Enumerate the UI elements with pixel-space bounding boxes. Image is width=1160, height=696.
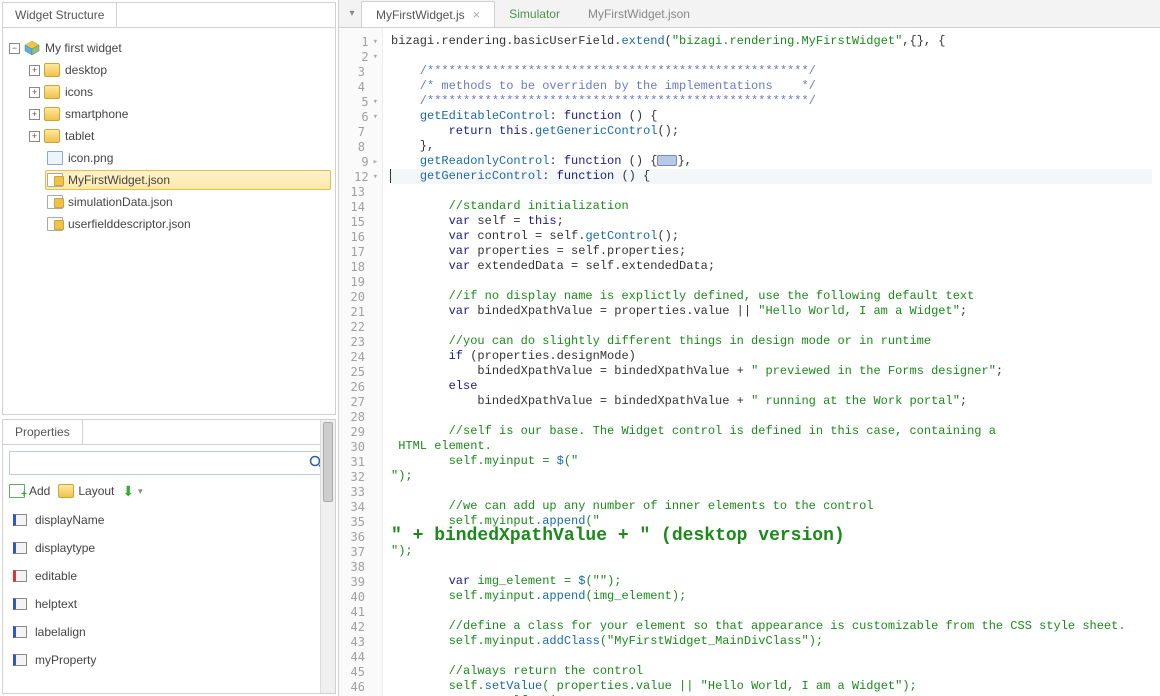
tree-label: userfielddescriptor.json <box>68 217 191 231</box>
tree-item-icons[interactable]: + icons <box>7 82 331 102</box>
json-file-icon <box>47 195 63 209</box>
property-icon <box>11 541 29 555</box>
tree-root-label: My first widget <box>45 41 122 55</box>
tree-item-desktop[interactable]: + desktop <box>7 60 331 80</box>
property-label: displaytype <box>35 541 95 555</box>
property-displaytype[interactable]: displaytype <box>9 534 329 562</box>
properties-search-input[interactable] <box>9 451 329 475</box>
tree-label: simulationData.json <box>68 195 173 209</box>
editor-tab-bar: ▾ MyFirstWidget.js × Simulator MyFirstWi… <box>339 0 1160 28</box>
json-file-icon <box>47 217 63 231</box>
property-label: labelalign <box>35 625 86 639</box>
sort-icon: ⬇ <box>122 483 134 500</box>
properties-body: Add Layout ⬇▾ displayName dis <box>3 445 335 693</box>
json-file-icon <box>47 173 63 187</box>
property-helptext[interactable]: helptext <box>9 590 329 618</box>
widget-tree: − My first widget + desktop + icons <box>3 28 335 414</box>
tree-label: smartphone <box>65 107 128 121</box>
sort-button[interactable]: ⬇▾ <box>122 483 142 500</box>
close-icon[interactable]: × <box>473 7 481 22</box>
add-property-button[interactable]: Add <box>9 484 50 498</box>
property-label: displayName <box>35 513 104 527</box>
tree-item-userfielddescriptor-json[interactable]: userfielddescriptor.json <box>7 214 331 234</box>
expand-icon[interactable]: + <box>29 109 40 120</box>
property-label: helptext <box>35 597 77 611</box>
property-editable[interactable]: editable <box>9 562 329 590</box>
widget-structure-tab[interactable]: Widget Structure <box>3 3 117 27</box>
tree-item-icon-png[interactable]: icon.png <box>7 148 331 168</box>
folder-icon <box>44 85 60 99</box>
property-icon <box>11 513 29 527</box>
property-myproperty[interactable]: myProperty <box>9 646 329 674</box>
add-label: Add <box>29 484 50 498</box>
expand-icon[interactable]: + <box>29 131 40 142</box>
property-labelalign[interactable]: labelalign <box>9 618 329 646</box>
tree-label: desktop <box>65 63 107 77</box>
tree-label: icons <box>65 85 93 99</box>
property-icon <box>11 569 29 583</box>
widget-icon <box>24 41 40 55</box>
property-icon <box>11 653 29 667</box>
add-icon <box>9 484 25 498</box>
properties-scrollbar[interactable] <box>320 420 335 693</box>
property-displayname[interactable]: displayName <box>9 506 329 534</box>
code-editor[interactable]: 1▾2▾345▾6▾789▸12▾13141516171819202122232… <box>339 28 1160 696</box>
tree-item-smartphone[interactable]: + smartphone <box>7 104 331 124</box>
code-content[interactable]: bizagi.rendering.basicUserField.extend("… <box>383 28 1160 696</box>
tree-item-tablet[interactable]: + tablet <box>7 126 331 146</box>
tree-item-myfirstwidget-json[interactable]: MyFirstWidget.json <box>45 170 331 190</box>
folder-icon <box>44 63 60 77</box>
property-label: myProperty <box>35 653 96 667</box>
layout-icon <box>58 484 74 498</box>
properties-panel: Properties Add Layout <box>2 419 336 694</box>
tab-label: MyFirstWidget.json <box>588 7 690 21</box>
tab-label: MyFirstWidget.js <box>376 8 465 22</box>
layout-button[interactable]: Layout <box>58 484 114 498</box>
tree-label: tablet <box>65 129 94 143</box>
tree-label: MyFirstWidget.json <box>68 173 170 187</box>
line-number-gutter: 1▾2▾345▾6▾789▸12▾13141516171819202122232… <box>339 28 383 696</box>
property-label: editable <box>35 569 77 583</box>
expand-icon[interactable]: + <box>29 87 40 98</box>
tree-root[interactable]: − My first widget <box>7 38 331 58</box>
tree-item-simulationdata-json[interactable]: simulationData.json <box>7 192 331 212</box>
folder-icon <box>44 107 60 121</box>
folder-icon <box>44 129 60 143</box>
editor-tab-myfirstwidget-js[interactable]: MyFirstWidget.js × <box>361 1 495 27</box>
panel-tab-bar: Widget Structure <box>3 3 335 28</box>
properties-tab[interactable]: Properties <box>3 420 83 444</box>
tree-label: icon.png <box>68 151 113 165</box>
expand-icon[interactable]: + <box>29 65 40 76</box>
image-file-icon <box>47 151 63 165</box>
layout-label: Layout <box>78 484 114 498</box>
property-icon <box>11 597 29 611</box>
collapse-icon[interactable]: − <box>9 43 20 54</box>
property-icon <box>11 625 29 639</box>
panel-tab-bar: Properties <box>3 420 335 445</box>
editor-tab-myfirstwidget-json[interactable]: MyFirstWidget.json <box>574 2 704 26</box>
widget-structure-panel: Widget Structure − My first widget + des… <box>2 2 336 415</box>
editor-tab-simulator[interactable]: Simulator <box>495 2 574 26</box>
tab-menu-dropdown[interactable]: ▾ <box>343 8 361 19</box>
properties-toolbar: Add Layout ⬇▾ <box>9 483 329 500</box>
tab-label: Simulator <box>509 7 560 21</box>
scrollbar-thumb[interactable] <box>323 422 333 502</box>
